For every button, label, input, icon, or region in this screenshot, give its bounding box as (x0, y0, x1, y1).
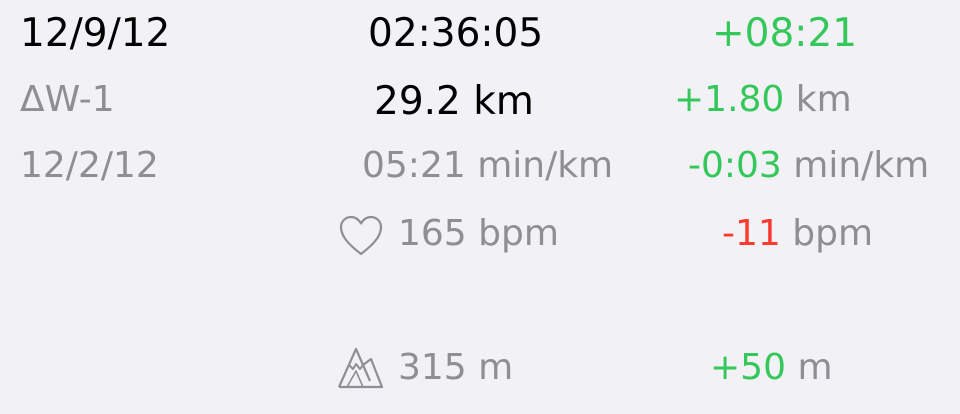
run-pace: 05:21 min/km (362, 145, 614, 186)
comparison-week-label: ΔW-1 (20, 79, 115, 120)
elevation-delta-value: +50 (710, 347, 786, 388)
elevation-delta-unit: m (797, 347, 833, 388)
elevation-gain: 315 m (398, 347, 514, 388)
mountain-icon (337, 347, 384, 389)
heart-rate: 165 bpm (398, 213, 559, 254)
pace-delta-unit: min/km (793, 145, 930, 186)
elevation-delta: +50 m (710, 350, 833, 386)
pace-delta-value: -0:03 (688, 145, 782, 186)
duration-delta: +08:21 (712, 11, 858, 56)
heart-outline-icon (339, 215, 383, 256)
run-duration: 02:36:05 (368, 11, 544, 56)
heart-rate-delta-value: -11 (722, 213, 781, 254)
distance-delta-unit: km (795, 79, 852, 120)
distance-delta: +1.80 km (674, 82, 852, 118)
distance-delta-value: +1.80 (674, 79, 785, 120)
current-run-date: 12/9/12 (20, 11, 171, 56)
heart-rate-delta-unit: bpm (792, 213, 874, 254)
run-distance: 29.2 km (374, 79, 534, 124)
heart-rate-delta: -11 bpm (722, 216, 873, 252)
previous-run-date: 12/2/12 (20, 145, 159, 186)
pace-delta: -0:03 min/km (688, 148, 929, 184)
